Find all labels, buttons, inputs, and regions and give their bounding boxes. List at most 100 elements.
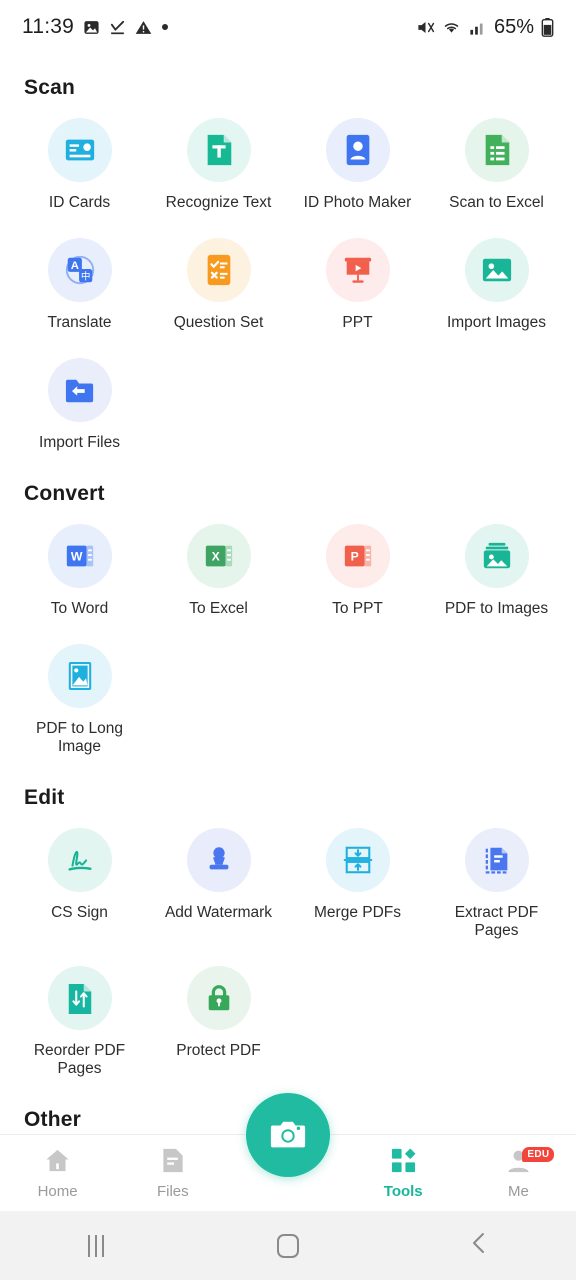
tool-label: Add Watermark bbox=[164, 904, 273, 921]
battery-icon bbox=[541, 17, 554, 37]
home-button[interactable] bbox=[192, 1233, 384, 1258]
tool-label: Merge PDFs bbox=[314, 904, 401, 921]
edit-grid: CS Sign Add Watermark Merge PDFs Extract… bbox=[0, 814, 576, 1086]
tool-recognize-text[interactable]: Recognize Text bbox=[149, 104, 288, 220]
tool-label: Scan to Excel bbox=[449, 194, 544, 211]
tool-label: PPT bbox=[342, 314, 373, 331]
powerpoint-icon: P bbox=[325, 524, 390, 588]
nav-label: Files bbox=[156, 1182, 189, 1200]
excel-list-icon bbox=[464, 118, 529, 182]
battery-percent: 65% bbox=[493, 15, 534, 38]
tool-label: Extract PDF Pages bbox=[454, 904, 539, 939]
tool-question-set[interactable]: Question Set bbox=[149, 224, 288, 340]
tool-to-excel[interactable]: X To Excel bbox=[149, 510, 288, 626]
reorder-pages-icon bbox=[47, 966, 112, 1030]
home-square-icon bbox=[277, 1233, 299, 1258]
tool-scan-to-excel[interactable]: Scan to Excel bbox=[427, 104, 566, 220]
tool-label: CS Sign bbox=[51, 904, 108, 921]
scan-grid: ID Cards Recognize Text ID Photo Maker S… bbox=[0, 104, 576, 460]
status-bar-right: 65% bbox=[416, 16, 554, 39]
tool-add-watermark[interactable]: Add Watermark bbox=[149, 814, 288, 948]
svg-text:X: X bbox=[211, 550, 220, 564]
tool-id-cards[interactable]: ID Cards bbox=[10, 104, 149, 220]
tool-label: To Word bbox=[50, 600, 109, 617]
tool-cs-sign[interactable]: CS Sign bbox=[10, 814, 149, 948]
files-icon bbox=[161, 1147, 185, 1179]
nav-label: Home bbox=[37, 1182, 78, 1200]
tool-label: To Excel bbox=[189, 600, 248, 617]
tool-pdf-to-images[interactable]: PDF to Images bbox=[427, 510, 566, 626]
tool-label: ID Photo Maker bbox=[303, 194, 412, 211]
dot-icon bbox=[161, 23, 169, 31]
recents-icon bbox=[88, 1234, 104, 1257]
nav-item-tools[interactable]: Tools bbox=[346, 1135, 461, 1211]
translate-icon: A中 bbox=[47, 238, 112, 302]
convert-grid: W To Word X To Excel P To PPT PDF to Ima… bbox=[0, 510, 576, 764]
signature-icon bbox=[47, 828, 112, 892]
tool-protect-pdf[interactable]: Protect PDF bbox=[149, 952, 288, 1086]
folder-import-icon bbox=[47, 358, 112, 422]
tool-label: To PPT bbox=[332, 600, 383, 617]
tool-label: Translate bbox=[47, 314, 112, 331]
svg-text:W: W bbox=[70, 550, 82, 564]
id-card-icon bbox=[47, 118, 112, 182]
section-title-edit: Edit bbox=[24, 786, 65, 809]
tool-merge-pdfs[interactable]: Merge PDFs bbox=[288, 814, 427, 948]
word-icon: W bbox=[47, 524, 112, 588]
tools-icon bbox=[390, 1147, 417, 1179]
nav-label: Me bbox=[507, 1182, 529, 1200]
status-bar: 11:39 65% bbox=[0, 0, 576, 54]
mute-icon bbox=[416, 18, 435, 37]
svg-text:A: A bbox=[70, 260, 78, 272]
lock-icon bbox=[186, 966, 251, 1030]
presentation-icon bbox=[325, 238, 390, 302]
tool-pdf-to-long-image[interactable]: PDF to Long Image bbox=[10, 630, 149, 764]
tool-to-word[interactable]: W To Word bbox=[10, 510, 149, 626]
tool-id-photo-maker[interactable]: ID Photo Maker bbox=[288, 104, 427, 220]
tool-label: Import Files bbox=[39, 434, 120, 451]
tool-label: Import Images bbox=[446, 314, 547, 331]
nav-item-me[interactable]: EDU Me bbox=[461, 1135, 576, 1211]
tool-import-files[interactable]: Import Files bbox=[10, 344, 149, 460]
recents-button[interactable] bbox=[0, 1234, 192, 1257]
tool-import-images[interactable]: Import Images bbox=[427, 224, 566, 340]
svg-text:中: 中 bbox=[80, 270, 89, 282]
signal-icon bbox=[468, 18, 487, 37]
id-photo-icon bbox=[325, 118, 390, 182]
wifi-icon bbox=[442, 18, 461, 37]
nav-item-files[interactable]: Files bbox=[115, 1135, 230, 1211]
tool-label: Reorder PDF Pages bbox=[33, 1042, 126, 1077]
tool-to-ppt[interactable]: P To PPT bbox=[288, 510, 427, 626]
extract-pages-icon bbox=[464, 828, 529, 892]
excel-icon: X bbox=[186, 524, 251, 588]
tool-label: Recognize Text bbox=[165, 194, 272, 211]
image-import-icon bbox=[464, 238, 529, 302]
download-complete-icon bbox=[109, 19, 126, 36]
tool-label: PDF to Images bbox=[444, 600, 549, 617]
tool-ppt[interactable]: PPT bbox=[288, 224, 427, 340]
tool-label: Question Set bbox=[173, 314, 264, 331]
warning-icon bbox=[135, 19, 152, 36]
back-chevron-icon bbox=[469, 1231, 491, 1260]
tool-label: ID Cards bbox=[48, 194, 111, 211]
merge-icon bbox=[325, 828, 390, 892]
camera-capture-button[interactable] bbox=[246, 1093, 330, 1177]
status-bar-left: 11:39 bbox=[22, 15, 169, 39]
system-navigation-bar bbox=[0, 1211, 576, 1280]
nav-label: Tools bbox=[383, 1182, 423, 1200]
pdf-to-images-icon bbox=[464, 524, 529, 588]
tool-reorder-pdf-pages[interactable]: Reorder PDF Pages bbox=[10, 952, 149, 1086]
tool-translate[interactable]: A中 Translate bbox=[10, 224, 149, 340]
tool-label: Protect PDF bbox=[176, 1042, 261, 1059]
tool-extract-pdf-pages[interactable]: Extract PDF Pages bbox=[427, 814, 566, 948]
camera-icon bbox=[270, 1121, 306, 1148]
section-title-convert: Convert bbox=[24, 482, 105, 505]
nav-item-home[interactable]: Home bbox=[0, 1135, 115, 1211]
tool-label: PDF to Long Image bbox=[35, 720, 124, 755]
section-title-scan: Scan bbox=[24, 76, 75, 99]
image-icon bbox=[83, 19, 100, 36]
long-image-icon bbox=[47, 644, 112, 708]
back-button[interactable] bbox=[384, 1231, 576, 1260]
status-time: 11:39 bbox=[22, 15, 74, 38]
edu-badge: EDU bbox=[522, 1147, 555, 1162]
